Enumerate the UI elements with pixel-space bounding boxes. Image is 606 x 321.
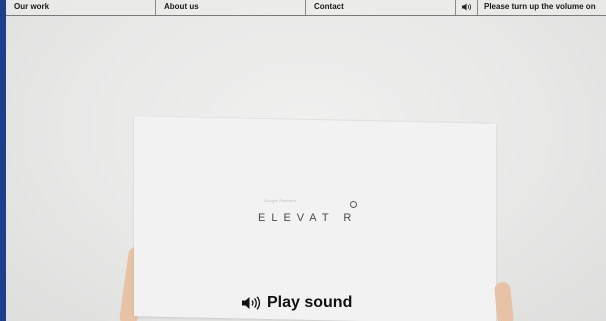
logo-circle-icon xyxy=(350,201,357,208)
top-nav: Our work About us Contact Please turn up… xyxy=(6,0,606,16)
nav-about-us[interactable]: About us xyxy=(156,0,306,15)
speaker-sound-icon xyxy=(242,296,261,310)
video-frame: Our work About us Contact Please turn up… xyxy=(6,0,606,321)
volume-message: Please turn up the volume on xyxy=(484,2,596,11)
volume-button[interactable] xyxy=(456,0,478,15)
nav-contact[interactable]: Contact xyxy=(306,0,456,15)
play-sound-button[interactable]: Play sound xyxy=(242,292,352,314)
speaker-icon xyxy=(462,3,472,11)
nav-our-work[interactable]: Our work xyxy=(6,0,156,15)
brand-logo: ELEVAT R xyxy=(258,212,358,224)
brand-small-text: Google Partners xyxy=(264,198,297,203)
play-sound-label: Play sound xyxy=(267,294,353,311)
